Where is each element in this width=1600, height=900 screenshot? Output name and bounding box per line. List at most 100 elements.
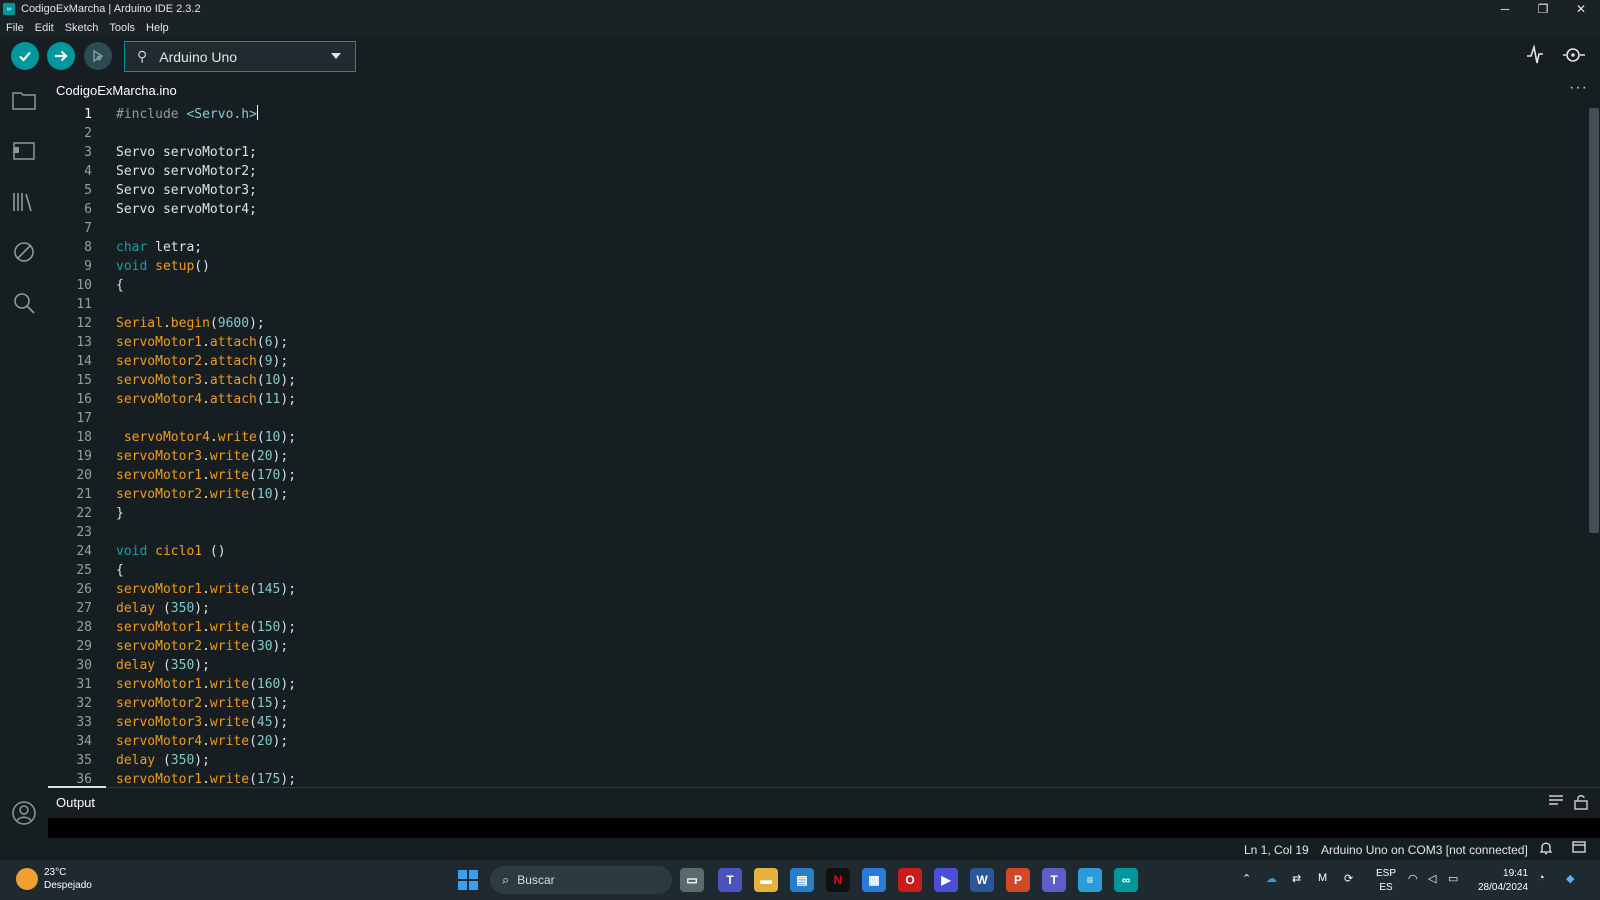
lock-output-button[interactable] (1574, 794, 1588, 814)
code-content[interactable]: #include <Servo.h> Servo servoMotor1; Ser… (116, 105, 296, 787)
editor-scrollbar[interactable] (1586, 105, 1600, 787)
profile-button[interactable] (11, 800, 37, 826)
onedrive-icon[interactable]: ☁ (1266, 872, 1277, 885)
opera-icon[interactable]: O (898, 868, 922, 892)
code-token: letra; (147, 240, 203, 255)
code-line[interactable]: } (116, 504, 296, 523)
sync-icon[interactable]: ⟳ (1344, 872, 1353, 885)
code-line[interactable] (116, 124, 296, 143)
code-line[interactable]: Servo servoMotor3; (116, 181, 296, 200)
code-line[interactable] (116, 523, 296, 542)
search-panel-button[interactable] (11, 290, 37, 316)
code-line[interactable]: servoMotor1.write(170); (116, 466, 296, 485)
menu-sketch[interactable]: Sketch (60, 22, 104, 34)
serial-monitor-button[interactable] (1562, 45, 1586, 70)
taskbar-clock[interactable]: 19:41 28/04/2024 (1478, 867, 1528, 895)
code-line[interactable]: delay (350); (116, 751, 296, 770)
code-line[interactable] (116, 295, 296, 314)
boards-manager-button[interactable] (11, 138, 37, 164)
code-token: ); (272, 639, 289, 654)
restore-button[interactable]: ❐ (1524, 0, 1562, 18)
file-explorer-icon[interactable]: ▬ (754, 868, 778, 892)
code-token: ( (249, 734, 257, 749)
language-indicator[interactable]: ESP ES (1376, 867, 1396, 895)
code-line[interactable]: servoMotor3.attach(10); (116, 371, 296, 390)
board-selector[interactable]: ⚲ Arduino Uno (124, 41, 356, 72)
weather-widget[interactable]: 23°C Despejado (16, 866, 92, 892)
code-line[interactable]: #include <Servo.h> (116, 105, 296, 124)
code-line[interactable]: Serial.begin(9600); (116, 314, 296, 333)
code-line[interactable]: { (116, 276, 296, 295)
code-line[interactable]: servoMotor2.write(15); (116, 694, 296, 713)
tab-sketch-file[interactable]: CodigoExMarcha.ino (48, 75, 185, 105)
board-status[interactable]: Arduino Uno on COM3 [not connected] (1321, 843, 1528, 857)
code-line[interactable]: void setup() (116, 257, 296, 276)
code-line[interactable]: servoMotor4.write(10); (116, 428, 296, 447)
code-line[interactable]: servoMotor1.write(145); (116, 580, 296, 599)
clear-output-button[interactable] (1548, 794, 1564, 812)
task-view-icon[interactable]: ▭ (680, 868, 704, 892)
serial-plotter-button[interactable] (1526, 43, 1544, 70)
scrollbar-thumb[interactable] (1589, 108, 1599, 533)
code-line[interactable]: servoMotor4.write(20); (116, 732, 296, 751)
library-manager-button[interactable] (11, 189, 37, 215)
code-line[interactable]: servoMotor1.write(160); (116, 675, 296, 694)
code-line[interactable]: servoMotor1.write(150); (116, 618, 296, 637)
code-line[interactable]: { (116, 561, 296, 580)
code-line[interactable]: delay (350); (116, 656, 296, 675)
volume-icon[interactable]: ◁ (1428, 872, 1436, 885)
code-line[interactable]: servoMotor1.attach(6); (116, 333, 296, 352)
upload-button[interactable] (47, 42, 75, 70)
teams-icon[interactable]: T (718, 868, 742, 892)
media-player-icon[interactable]: ▶ (934, 868, 958, 892)
code-line[interactable]: servoMotor2.write(10); (116, 485, 296, 504)
code-line[interactable]: Servo servoMotor4; (116, 200, 296, 219)
more-options-button[interactable]: ··· (1569, 79, 1588, 97)
code-editor[interactable]: 1 2 3 4 5 6 7 8 9 10 11 12 13 14 15 16 17 18 19 20 21 22 23 24 2… (48, 105, 1586, 787)
sketchbook-button[interactable] (11, 87, 37, 113)
output-console[interactable] (48, 818, 1600, 838)
copilot-icon[interactable]: ◆ (1566, 872, 1574, 885)
code-line[interactable] (116, 409, 296, 428)
code-line[interactable]: servoMotor3.write(20); (116, 447, 296, 466)
teams-chat-icon[interactable]: T (1042, 868, 1066, 892)
code-line[interactable]: servoMotor2.attach(9); (116, 352, 296, 371)
code-line[interactable]: delay (350); (116, 599, 296, 618)
arduino-taskbar-icon[interactable]: ∞ (1114, 868, 1138, 892)
show-hidden-icons-button[interactable]: ⌃ (1242, 872, 1251, 885)
code-line[interactable]: servoMotor3.write(45); (116, 713, 296, 732)
menu-file[interactable]: File (1, 22, 29, 34)
code-line[interactable]: Servo servoMotor1; (116, 143, 296, 162)
netflix-icon[interactable]: N (826, 868, 850, 892)
close-button[interactable]: ✕ (1562, 0, 1600, 18)
output-title[interactable]: Output (56, 795, 95, 810)
menu-tools[interactable]: Tools (104, 22, 140, 34)
gmail-icon[interactable]: M (1318, 872, 1327, 884)
toggle-panel-button[interactable] (1572, 841, 1586, 856)
code-line[interactable]: Servo servoMotor2; (116, 162, 296, 181)
code-line[interactable]: servoMotor4.attach(11); (116, 390, 296, 409)
taskbar-search[interactable]: ⌕ Buscar (490, 866, 672, 894)
powerpoint-icon[interactable]: P (1006, 868, 1030, 892)
wifi-icon[interactable]: ◠ (1408, 872, 1418, 885)
transfer-icon[interactable]: ⇄ (1292, 872, 1301, 885)
store-icon[interactable]: ▤ (790, 868, 814, 892)
menu-help[interactable]: Help (141, 22, 174, 34)
notification-center-icon[interactable]: ◔ (1538, 872, 1545, 884)
word-icon[interactable]: W (970, 868, 994, 892)
code-line[interactable] (116, 219, 296, 238)
verify-button[interactable] (11, 42, 39, 70)
minimize-button[interactable]: ─ (1486, 0, 1524, 18)
code-line[interactable]: char letra; (116, 238, 296, 257)
windows-start-button[interactable] (458, 870, 478, 890)
code-line[interactable]: servoMotor2.write(30); (116, 637, 296, 656)
notifications-button[interactable] (1539, 841, 1553, 858)
code-line[interactable]: void ciclo1 () (116, 542, 296, 561)
notepad-icon[interactable]: ≡ (1078, 868, 1102, 892)
debug-panel-button[interactable] (11, 239, 37, 265)
calculator-icon[interactable]: ▦ (862, 868, 886, 892)
menu-edit[interactable]: Edit (30, 22, 59, 34)
code-line[interactable]: servoMotor1.write(175); (116, 770, 296, 787)
debug-button[interactable] (84, 42, 112, 70)
battery-icon[interactable]: ▭ (1448, 872, 1458, 885)
